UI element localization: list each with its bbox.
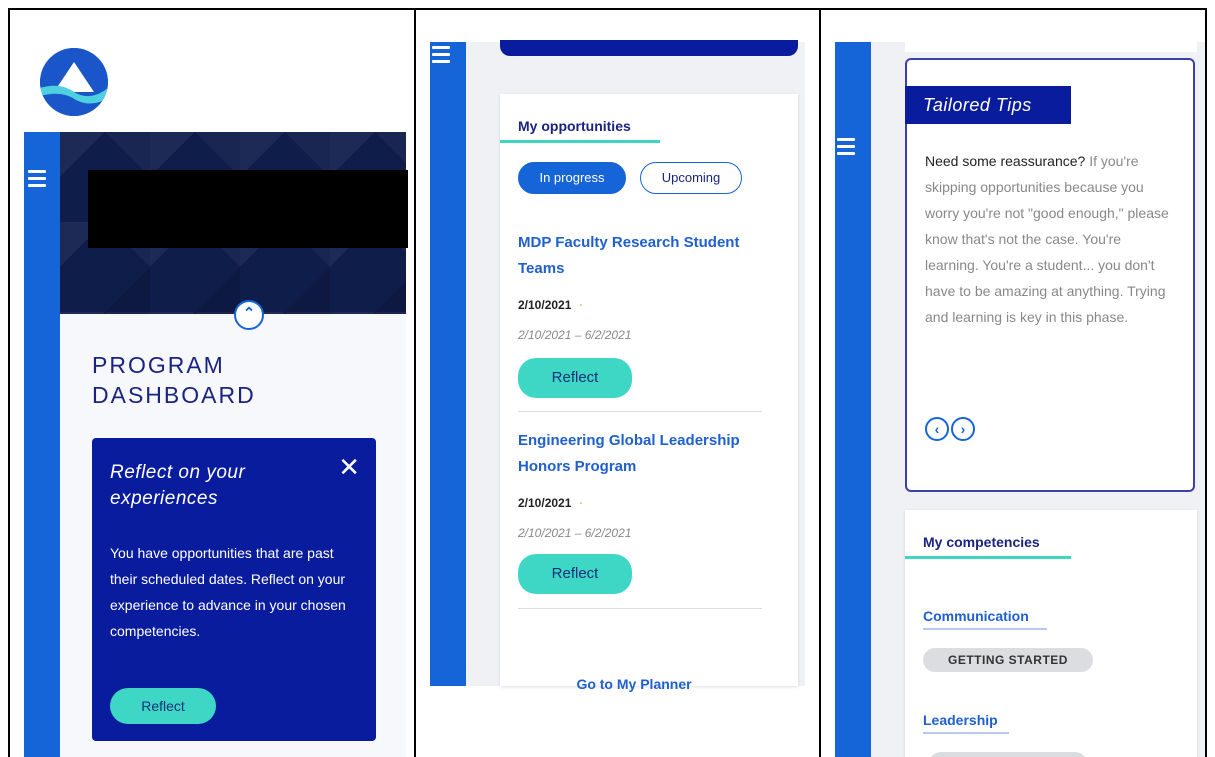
competency-link[interactable]: Communication (923, 608, 1029, 624)
competency-link[interactable]: Leadership (923, 712, 998, 728)
go-to-planner-link[interactable]: Go to My Planner (534, 676, 734, 692)
reflect-card: Reflect on your experiences ✕ You have o… (92, 438, 376, 741)
tips-text: Need some reassurance? If you're skippin… (925, 153, 1169, 325)
chevron-right-icon[interactable]: › (951, 417, 975, 441)
link-underline (923, 628, 1047, 630)
tips-panel: Tailored Tips Need some reassurance? If … (821, 8, 1207, 757)
divider (518, 608, 762, 609)
chevron-up-icon[interactable]: ⌃ (234, 300, 264, 330)
menu-icon[interactable] (432, 46, 450, 67)
side-nav-rail (24, 132, 60, 757)
section-title: My competencies (923, 534, 1040, 550)
status-badge: GETTING STARTED (923, 648, 1093, 672)
opportunity-date: 2/10/2021 · (518, 298, 584, 312)
opportunity-range: 2/10/2021 – 6/2/2021 (518, 526, 632, 540)
reflect-button[interactable]: Reflect (518, 358, 632, 398)
close-icon[interactable]: ✕ (338, 454, 360, 480)
tab-upcoming[interactable]: Upcoming (640, 162, 742, 194)
tab-in-progress[interactable]: In progress (518, 162, 626, 194)
side-nav-rail (430, 42, 466, 686)
opportunity-date: 2/10/2021 · (518, 496, 584, 510)
card-edge (905, 42, 1197, 52)
page-title: PROGRAM DASHBOARD (92, 352, 256, 408)
app-logo[interactable] (40, 48, 108, 116)
section-underline (905, 556, 1071, 559)
header-bar (500, 40, 798, 56)
reflect-card-message: You have opportunities that are past the… (110, 545, 346, 639)
link-underline (923, 732, 1009, 734)
menu-icon[interactable] (837, 138, 855, 159)
tips-label: Tailored Tips (905, 86, 1071, 124)
section-underline (500, 140, 660, 143)
section-title: My opportunities (518, 118, 631, 134)
opportunity-title[interactable]: MDP Faculty Research Student Teams (518, 230, 768, 282)
divider (518, 411, 762, 412)
dashboard-panel: ⌃ PROGRAM DASHBOARD Reflect on your expe… (8, 8, 416, 757)
menu-icon[interactable] (28, 170, 46, 191)
reflect-card-heading: Reflect on your experiences (110, 462, 246, 509)
reflect-button[interactable]: Reflect (518, 554, 632, 594)
chevron-left-icon[interactable]: ‹ (925, 417, 949, 441)
redacted-area (88, 170, 408, 248)
opportunities-panel: My opportunities In progress Upcoming MD… (416, 8, 821, 757)
status-badge (929, 752, 1087, 757)
opportunity-range: 2/10/2021 – 6/2/2021 (518, 328, 632, 342)
reflect-button[interactable]: Reflect (110, 688, 216, 724)
opportunity-title[interactable]: Engineering Global Leadership Honors Pro… (518, 428, 768, 480)
